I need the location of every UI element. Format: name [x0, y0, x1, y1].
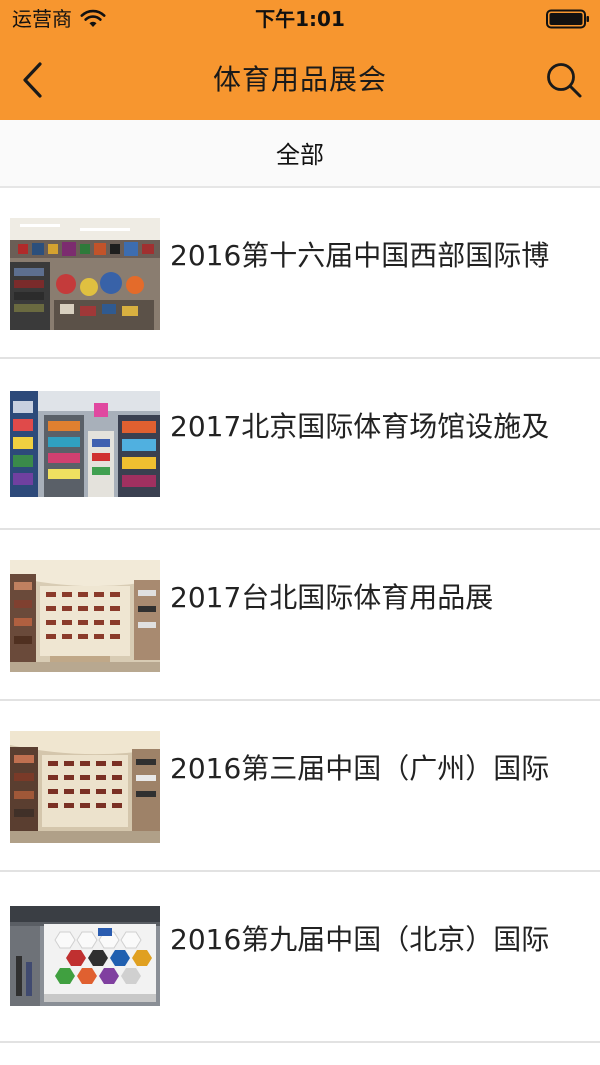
page-title: 体育用品展会 [212, 63, 387, 96]
search-icon [547, 63, 582, 98]
exhibition-list: 2016第十六届中国西部国际博 2017北京国际体育场馆设施及 2017台北国际… [0, 188, 600, 1043]
list-item[interactable]: 2016第十六届中国西部国际博 [0, 188, 600, 359]
item-thumbnail [10, 391, 160, 497]
nav-bar: 体育用品展会 [0, 40, 600, 120]
search-button[interactable] [542, 58, 586, 102]
item-thumbnail [10, 731, 160, 843]
list-item[interactable]: 2017北京国际体育场馆设施及 [0, 359, 600, 530]
header: 运营商 下午1:01 体育用品展会 [0, 0, 600, 120]
list-item[interactable]: 2016第三届中国（广州）国际 [0, 701, 600, 872]
battery-icon [546, 9, 589, 29]
item-title: 2017台北国际体育用品展 [170, 581, 494, 614]
filter-all-tab[interactable]: 全部 [0, 120, 600, 188]
item-thumbnail [10, 560, 160, 672]
status-bar: 运营商 下午1:01 [0, 0, 600, 40]
item-title: 2016第九届中国（北京）国际 [170, 923, 550, 956]
item-title: 2016第三届中国（广州）国际 [170, 752, 550, 785]
item-title: 2016第十六届中国西部国际博 [170, 239, 550, 272]
status-time: 下午1:01 [255, 7, 345, 31]
list-item[interactable]: 2016第九届中国（北京）国际 [0, 872, 600, 1043]
item-thumbnail [10, 906, 160, 1006]
item-thumbnail [10, 218, 160, 330]
item-title: 2017北京国际体育场馆设施及 [170, 410, 550, 443]
list-item[interactable]: 2017台北国际体育用品展 [0, 530, 600, 701]
